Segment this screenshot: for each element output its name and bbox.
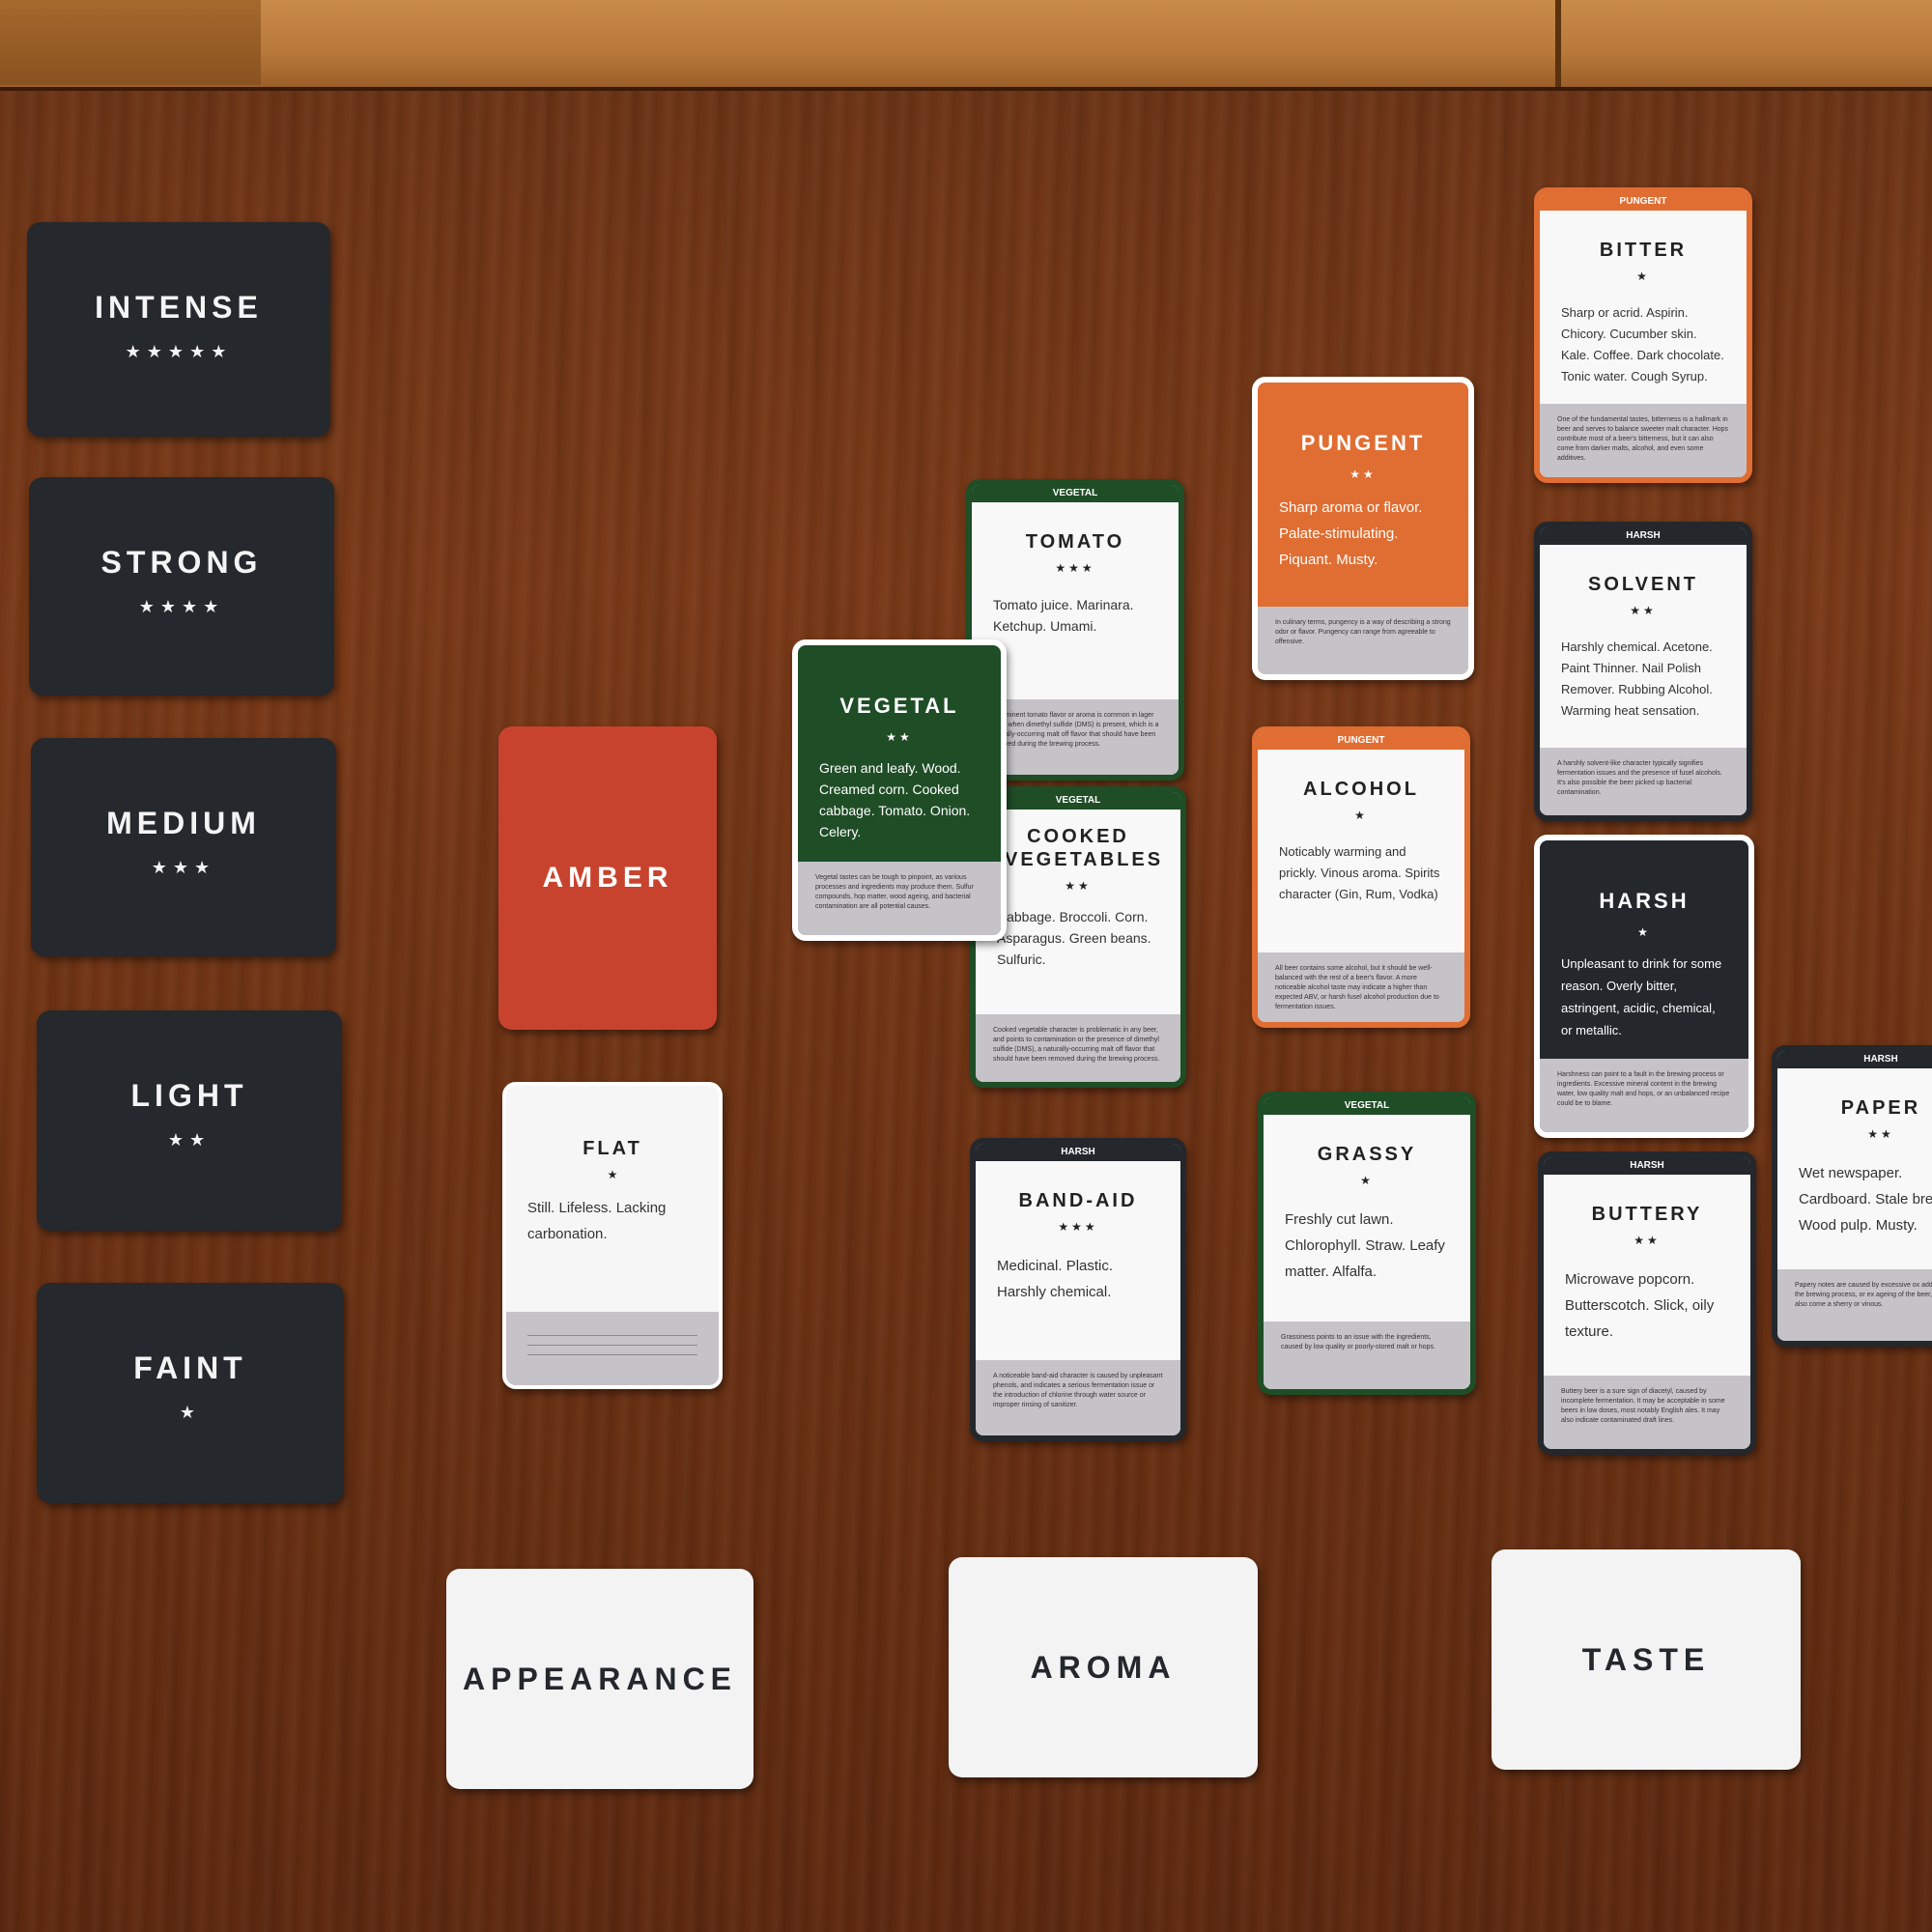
pungent-card[interactable]: PUNGENT ★★ Sharp aroma or flavor. Palate… xyxy=(1252,377,1474,680)
intensity-card-faint[interactable]: FAINT ★ xyxy=(37,1283,344,1503)
card-note: Papery notes are caused by excessive ox … xyxy=(1777,1269,1932,1341)
card-stars: ★★★ xyxy=(1058,1220,1098,1234)
intensity-card-strong[interactable]: STRONG ★★★★ xyxy=(29,477,334,696)
card-title: SOLVENT xyxy=(1588,574,1698,595)
alcohol-card[interactable]: PUNGENT ALCOHOL ★ Noticably warming and … xyxy=(1252,726,1470,1028)
card-description: Harshly chemical. Acetone. Paint Thinner… xyxy=(1561,639,1713,718)
solvent-card[interactable]: HARSH SOLVENT ★★ Harshly chemical. Aceto… xyxy=(1534,522,1752,821)
card-tag: HARSH xyxy=(1544,1157,1750,1175)
note-line xyxy=(527,1335,697,1336)
intensity-stars: ★★★ xyxy=(151,858,216,877)
card-description: Sharp or acrid. Aspirin. Chicory. Cucumb… xyxy=(1561,305,1724,384)
card-tag: HARSH xyxy=(976,1144,1180,1161)
card-tag: VEGETAL xyxy=(972,485,1179,502)
intensity-stars: ★ xyxy=(179,1403,202,1422)
note-line xyxy=(527,1345,697,1346)
amber-label: AMBER xyxy=(542,862,673,894)
card-stars: ★★ xyxy=(886,730,913,744)
amber-card[interactable]: AMBER xyxy=(498,726,717,1030)
card-stars: ★ xyxy=(1636,270,1650,283)
card-description: Unpleasant to drink for some reason. Ove… xyxy=(1561,956,1722,1037)
intensity-label: INTENSE xyxy=(95,290,263,325)
intensity-card-light[interactable]: LIGHT ★★ xyxy=(37,1010,342,1231)
card-description: Wet newspaper. Cardboard. Stale bre Wood… xyxy=(1799,1165,1932,1234)
card-stars: ★★ xyxy=(1634,1234,1661,1247)
intensity-label: FAINT xyxy=(133,1350,247,1385)
card-note: Buttery beer is a sure sign of diacetyl,… xyxy=(1544,1376,1750,1449)
card-title: FLAT xyxy=(582,1138,642,1159)
intensity-label: LIGHT xyxy=(130,1078,248,1113)
intensity-stars: ★★★★ xyxy=(138,597,225,616)
wood-plank xyxy=(0,0,1932,91)
card-title: BAND-AID xyxy=(1018,1190,1138,1211)
grassy-card[interactable]: VEGETAL GRASSY ★ Freshly cut lawn. Chlor… xyxy=(1258,1092,1476,1395)
card-stars: ★ xyxy=(1360,1174,1374,1187)
card-note: One of the fundamental tastes, bitternes… xyxy=(1540,404,1747,477)
intensity-card-intense[interactable]: INTENSE ★★★★★ xyxy=(27,222,330,437)
intensity-label: MEDIUM xyxy=(106,806,261,840)
card-stars: ★ xyxy=(1637,925,1651,939)
card-title: PAPER xyxy=(1840,1097,1921,1119)
card-note: All beer contains some alcohol, but it s… xyxy=(1258,952,1464,1022)
card-tag: HARSH xyxy=(1777,1051,1932,1068)
card-tag: HARSH xyxy=(1540,527,1747,545)
intensity-stars: ★★ xyxy=(167,1130,212,1150)
category-card-taste[interactable]: TASTE xyxy=(1492,1549,1801,1770)
flat-card[interactable]: FLAT ★ Still. Lifeless. Lacking carbonat… xyxy=(502,1082,723,1389)
card-description: Freshly cut lawn. Chlorophyll. Straw. Le… xyxy=(1285,1211,1445,1280)
paper-card[interactable]: HARSH PAPER ★★ Wet newspaper. Cardboard.… xyxy=(1772,1045,1932,1347)
card-stars: ★ xyxy=(607,1168,618,1181)
category-label: TASTE xyxy=(1581,1642,1711,1677)
intensity-card-medium[interactable]: MEDIUM ★★★ xyxy=(31,738,336,956)
vegetal-card[interactable]: VEGETAL ★★ Green and leafy. Wood. Creame… xyxy=(792,639,1007,941)
card-note: Harshness can point to a fault in the br… xyxy=(1540,1059,1748,1132)
card-title: PUNGENT xyxy=(1300,431,1426,455)
category-label: AROMA xyxy=(1030,1650,1177,1685)
buttery-card[interactable]: HARSH BUTTERY ★★ Microwave popcorn. Butt… xyxy=(1538,1151,1756,1455)
card-title: HARSH xyxy=(1599,889,1690,913)
card-title: TOMATO xyxy=(1025,531,1125,553)
card-note-area xyxy=(506,1312,719,1385)
plank-seam xyxy=(1555,0,1561,87)
harsh-card[interactable]: HARSH ★ Unpleasant to drink for some rea… xyxy=(1534,835,1754,1138)
plank-shade xyxy=(0,0,261,85)
category-card-appearance[interactable]: APPEARANCE xyxy=(446,1569,753,1789)
card-title: ALCOHOL xyxy=(1303,779,1419,800)
card-tag: PUNGENT xyxy=(1540,193,1747,211)
card-title: VEGETAL xyxy=(839,694,959,718)
card-title: BITTER xyxy=(1599,240,1688,261)
card-stars: ★★★ xyxy=(1055,561,1095,575)
card-note: Grassiness points to an issue with the i… xyxy=(1264,1321,1470,1389)
card-stars: ★★ xyxy=(1350,468,1377,481)
card-note: Vegetal tastes can be tough to pinpoint,… xyxy=(798,862,1001,935)
card-note: In culinary terms, pungency is a way of … xyxy=(1258,607,1468,674)
card-title: GRASSY xyxy=(1317,1144,1417,1165)
card-stars: ★★ xyxy=(1867,1127,1894,1141)
card-note: A harshly solvent-like character typical… xyxy=(1540,748,1747,815)
bitter-card[interactable]: PUNGENT BITTER ★ Sharp or acrid. Aspirin… xyxy=(1534,187,1752,483)
card-description: Noticably warming and prickly. Vinous ar… xyxy=(1279,844,1440,901)
card-description: Green and leafy. Wood. Creamed corn. Coo… xyxy=(819,760,971,839)
category-label: APPEARANCE xyxy=(462,1662,738,1696)
card-note: A noticeable band-aid character is cause… xyxy=(976,1360,1180,1435)
card-description: Microwave popcorn. Butterscotch. Slick, … xyxy=(1565,1271,1715,1340)
card-description: Sharp aroma or flavor. Palate-stimulatin… xyxy=(1279,499,1423,568)
card-note: Cooked vegetable character is problemati… xyxy=(976,1014,1180,1082)
card-description: Medicinal. Plastic. Harshly chemical. xyxy=(997,1258,1114,1300)
card-stars: ★★ xyxy=(1630,604,1657,617)
category-card-aroma[interactable]: AROMA xyxy=(949,1557,1258,1777)
card-stars: ★ xyxy=(1354,809,1368,822)
band-aid-card[interactable]: HARSH BAND-AID ★★★ Medicinal. Plastic. H… xyxy=(970,1138,1186,1441)
card-description: Tomato juice. Marinara. Ketchup. Umami. xyxy=(993,597,1134,634)
card-tag: PUNGENT xyxy=(1258,732,1464,750)
card-description: Still. Lifeless. Lacking carbonation. xyxy=(527,1200,667,1242)
card-tag: VEGETAL xyxy=(1264,1097,1470,1115)
intensity-stars: ★★★★★ xyxy=(125,342,233,361)
intensity-label: STRONG xyxy=(100,545,263,580)
note-line xyxy=(527,1354,697,1355)
card-title: BUTTERY xyxy=(1591,1204,1703,1225)
